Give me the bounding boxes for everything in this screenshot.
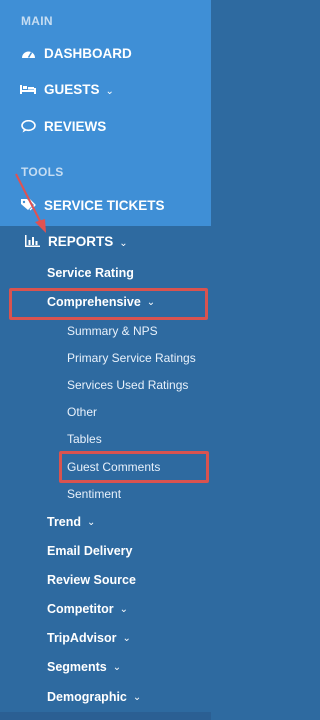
annotation-arrow (15, 173, 46, 233)
sidebar: MAIN DASHBOARD GUESTS ⌄ REVIEWS TOOLS SE… (0, 0, 211, 720)
